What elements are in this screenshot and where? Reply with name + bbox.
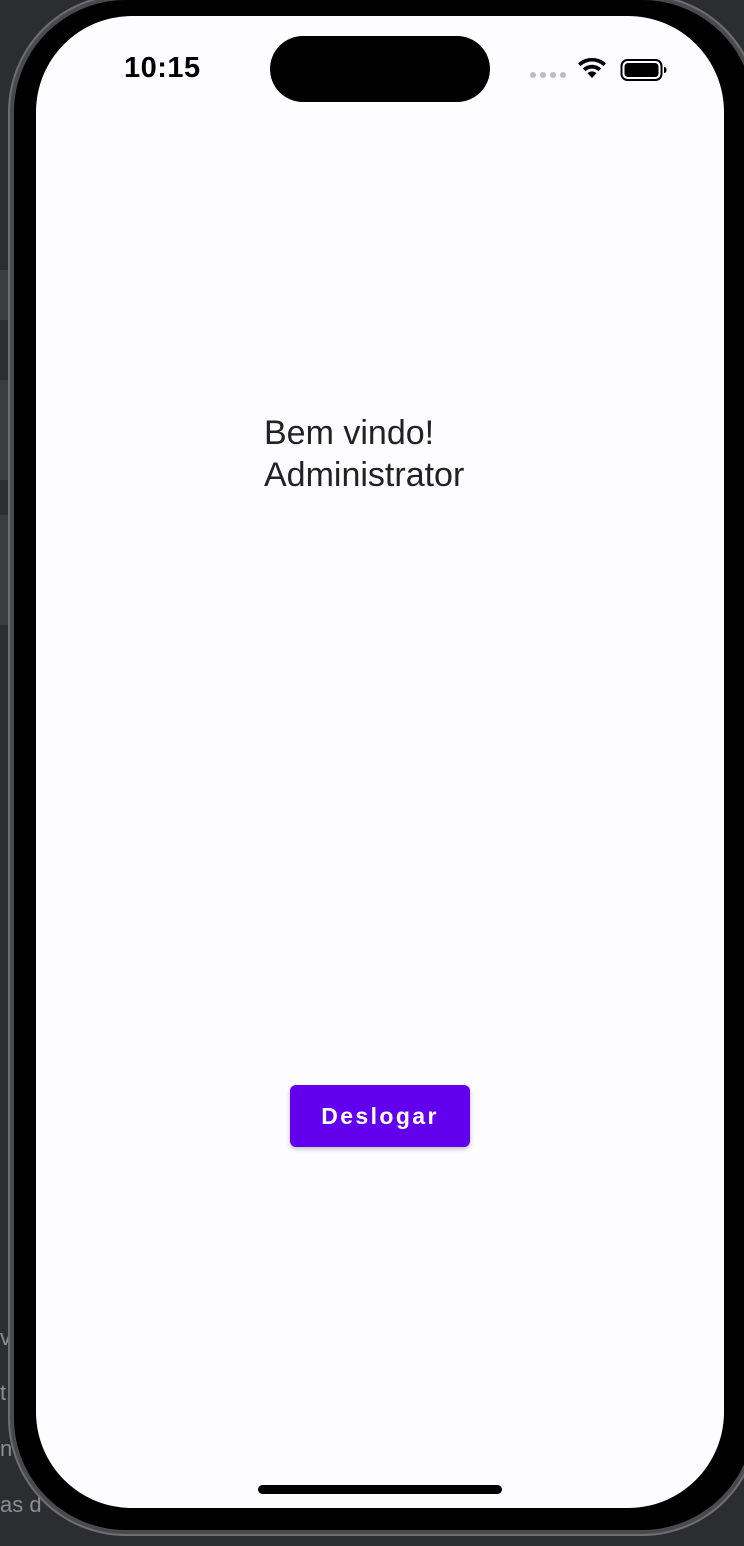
home-indicator[interactable] bbox=[258, 1485, 502, 1494]
battery-icon bbox=[620, 59, 667, 81]
status-time: 10:15 bbox=[124, 52, 201, 84]
wifi-icon bbox=[578, 57, 606, 78]
cellular-signal-icon bbox=[530, 72, 566, 78]
welcome-message: Bem vindo! Administrator bbox=[264, 412, 464, 496]
background-text: as d bbox=[0, 1492, 42, 1517]
dynamic-island bbox=[270, 36, 490, 102]
background-text: t bbox=[0, 1380, 7, 1405]
app-screen: 10:15 Bem vindo! Administrator Deslogar bbox=[36, 16, 724, 1508]
user-name: Administrator bbox=[264, 456, 465, 494]
welcome-greeting: Bem vindo! bbox=[264, 414, 435, 452]
logout-button[interactable]: Deslogar bbox=[290, 1085, 470, 1147]
